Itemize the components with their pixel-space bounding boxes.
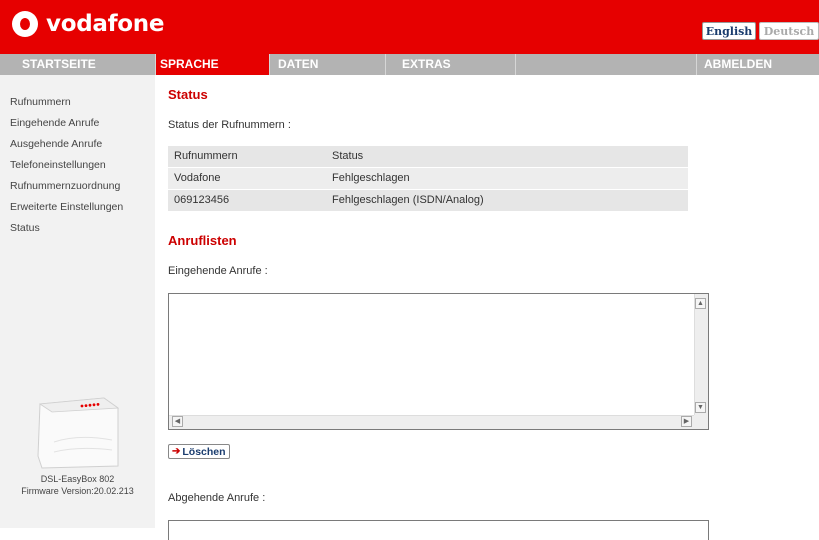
table-row: Vodafone Fehlgeschlagen (168, 168, 688, 189)
brand-name: vodafone (46, 11, 165, 37)
column-header-status: Status (332, 150, 364, 162)
outgoing-calls-label: Abgehende Anrufe : (168, 492, 266, 504)
vodafone-speechmark-icon (12, 11, 38, 37)
nav-divider (269, 54, 270, 75)
horizontal-scrollbar[interactable]: ◀ ▶ (169, 415, 695, 429)
outgoing-calls-textarea[interactable] (168, 520, 709, 540)
table-row: 069123456 Fehlgeschlagen (ISDN/Analog) (168, 190, 688, 211)
tab-extras[interactable]: EXTRAS (398, 54, 508, 75)
vertical-scrollbar[interactable]: ▲ ▼ (694, 294, 708, 416)
status-heading: Status (168, 87, 208, 102)
sidebar-item-rufnummern[interactable]: Rufnummern (10, 96, 71, 108)
arrow-right-icon: ➔ (172, 446, 181, 457)
status-table: Rufnummern Status Vodafone Fehlgeschlage… (168, 146, 688, 211)
nav-divider (385, 54, 386, 75)
delete-button-label: Löschen (182, 445, 226, 458)
language-english-button[interactable]: English (702, 22, 756, 40)
tab-sprache[interactable]: SPRACHE (156, 54, 269, 75)
language-deutsch-button[interactable]: Deutsch (759, 22, 819, 40)
table-cell-number: Vodafone (174, 172, 221, 184)
table-cell-number: 069123456 (174, 194, 230, 206)
scroll-right-icon[interactable]: ▶ (681, 416, 692, 427)
scroll-left-icon[interactable]: ◀ (172, 416, 183, 427)
scroll-up-icon[interactable]: ▲ (695, 298, 706, 309)
header-bar: vodafone English Deutsch (0, 0, 819, 54)
table-cell-status: Fehlgeschlagen (332, 172, 410, 184)
tab-daten[interactable]: DATEN (274, 54, 384, 75)
column-header-rufnummern: Rufnummern (174, 150, 238, 162)
sidebar-item-ausgehende-anrufe[interactable]: Ausgehende Anrufe (10, 138, 102, 150)
nav-divider (696, 54, 697, 75)
sidebar-item-rufnummernzuordnung[interactable]: Rufnummernzuordnung (10, 180, 120, 192)
router-device-image (37, 397, 120, 469)
firmware-version: Firmware Version:20.02.213 (21, 486, 134, 496)
tab-abmelden[interactable]: ABMELDEN (700, 54, 819, 75)
tab-startseite[interactable]: STARTSEITE (0, 54, 155, 75)
nav-divider (515, 54, 516, 75)
device-name: DSL-EasyBox 802 (40, 474, 115, 484)
sidebar-item-eingehende-anrufe[interactable]: Eingehende Anrufe (10, 117, 99, 129)
status-subtitle: Status der Rufnummern : (168, 119, 291, 131)
anruflisten-heading: Anruflisten (168, 233, 237, 248)
main-nav: STARTSEITE SPRACHE DATEN EXTRAS ABMELDEN (0, 54, 819, 75)
incoming-calls-label: Eingehende Anrufe : (168, 265, 268, 277)
sidebar-item-status[interactable]: Status (10, 222, 40, 234)
scroll-corner (694, 415, 708, 429)
table-cell-status: Fehlgeschlagen (ISDN/Analog) (332, 194, 484, 206)
sidebar-item-erweiterte-einstellungen[interactable]: Erweiterte Einstellungen (10, 201, 123, 213)
sidebar-item-telefoneinstellungen[interactable]: Telefoneinstellungen (10, 159, 106, 171)
table-header-row: Rufnummern Status (168, 146, 688, 167)
vodafone-logo[interactable]: vodafone (12, 11, 164, 37)
delete-button[interactable]: ➔ Löschen (168, 444, 230, 459)
scroll-down-icon[interactable]: ▼ (695, 402, 706, 413)
incoming-calls-textarea[interactable]: ▲ ▼ ◀ ▶ (168, 293, 709, 430)
